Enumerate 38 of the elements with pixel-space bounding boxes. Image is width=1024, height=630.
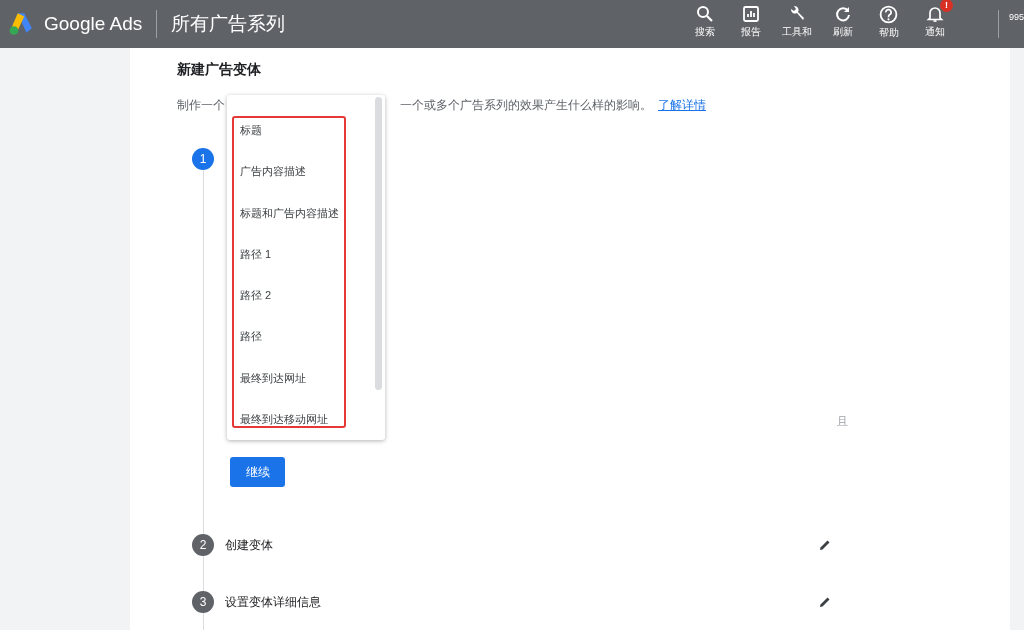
product-name: Google Ads: [44, 13, 143, 35]
dropdown-option[interactable]: 最终到达网址: [227, 363, 385, 406]
description-text: 制作一个: [177, 97, 225, 114]
dropdown-option[interactable]: 广告内容描述: [227, 157, 385, 199]
help-icon: [879, 5, 899, 24]
panel-title: 新建广告变体: [177, 61, 262, 79]
dropdown-option[interactable]: 路径 2: [227, 281, 385, 323]
refresh-button[interactable]: 刷新: [820, 0, 865, 48]
pencil-icon[interactable]: [819, 596, 831, 608]
refresh-icon: [833, 5, 852, 23]
continue-button[interactable]: 继续: [230, 457, 285, 487]
bell-button[interactable]: ! 通知: [912, 0, 957, 48]
search-icon: [695, 5, 714, 23]
logo-icon: [8, 12, 34, 36]
dropdown-option[interactable]: 最终到达移动网址: [227, 405, 385, 447]
page-title: 所有广告系列: [171, 12, 286, 36]
pencil-icon[interactable]: [819, 539, 831, 551]
search-button[interactable]: 搜索: [682, 0, 727, 48]
step-number: 1: [192, 148, 214, 170]
step-label: 设置变体详细信息: [225, 593, 321, 611]
dropdown-option[interactable]: 路径: [227, 322, 385, 364]
hint-text: 且: [837, 414, 848, 429]
step-number: 2: [192, 534, 214, 556]
bell-icon: [925, 5, 944, 23]
learn-more-link[interactable]: 了解详情: [658, 97, 706, 114]
step-label: 创建变体: [225, 536, 273, 554]
account-number: 995: [1008, 12, 1024, 22]
tools-button[interactable]: 工具和: [774, 0, 819, 48]
report-button[interactable]: 报告: [728, 0, 773, 48]
help-button[interactable]: 帮助: [866, 0, 911, 48]
description-text: 一个或多个广告系列的效果产生什么样的影响。: [400, 97, 652, 114]
scrollbar[interactable]: [375, 97, 382, 390]
dropdown-option[interactable]: 路径 1: [227, 239, 385, 282]
step-number: 3: [192, 591, 214, 613]
dropdown-option[interactable]: 标题: [227, 116, 385, 158]
notification-badge: !: [939, 0, 953, 12]
bar-chart-icon: [741, 5, 760, 23]
dropdown-option[interactable]: 标题和广告内容描述: [227, 198, 385, 240]
